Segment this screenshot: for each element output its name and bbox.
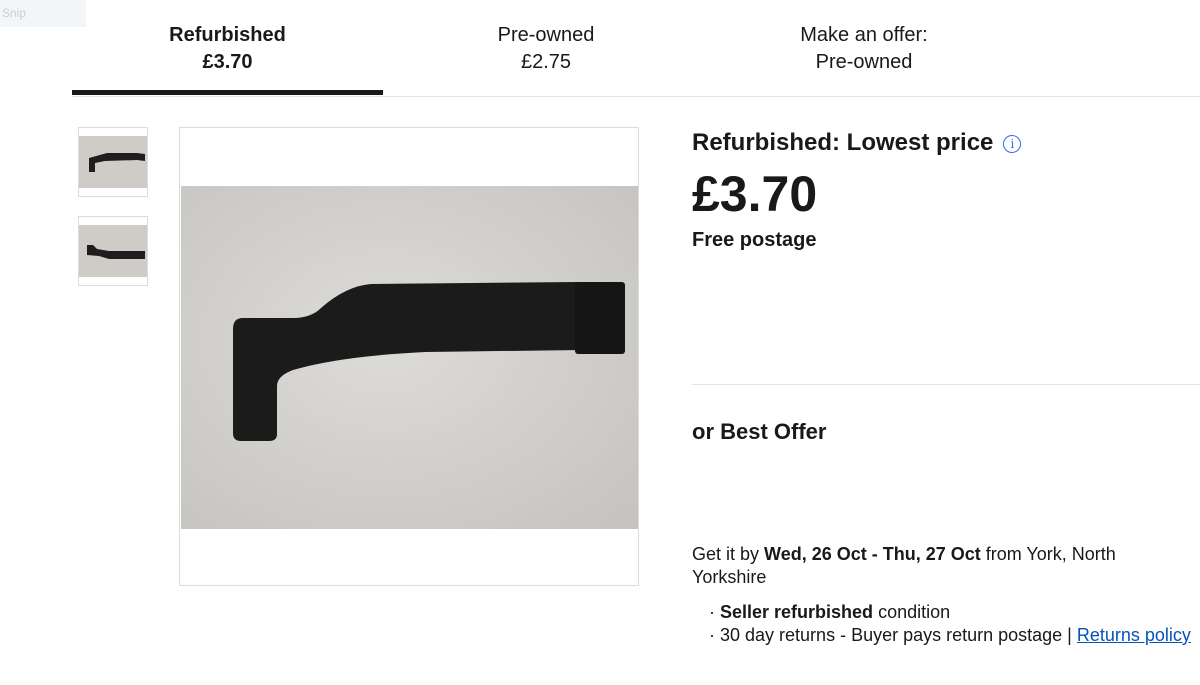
price: £3.70 xyxy=(692,166,818,222)
thumbnail-2-image xyxy=(79,225,147,277)
offer-heading: Refurbished: Lowest price i xyxy=(692,127,1022,159)
divider xyxy=(692,384,1200,385)
tab-make-offer-label: Make an offer: xyxy=(800,24,928,46)
postage-label: Free postage xyxy=(692,229,817,251)
condition-bullet: · Seller refurbished condition xyxy=(709,602,951,622)
tab-pre-owned-label: Pre-owned xyxy=(497,24,595,46)
info-icon[interactable]: i xyxy=(1003,135,1022,153)
main-product-image[interactable] xyxy=(181,186,638,529)
thumbnail-1-image xyxy=(79,136,147,188)
returns-policy-link[interactable]: Returns policy xyxy=(1077,625,1191,645)
condition-tabs: Refurbished £3.70 Pre-owned £2.75 Make a… xyxy=(72,0,1200,97)
tab-refurbished[interactable]: Refurbished £3.70 xyxy=(72,22,383,76)
condition-bold: Seller refurbished xyxy=(720,602,874,622)
offer-heading-text: Refurbished: Lowest price xyxy=(692,129,994,156)
delivery-prefix: Get it by xyxy=(692,544,765,564)
thumbnail-2[interactable] xyxy=(78,216,148,286)
returns-text: 30 day returns - Buyer pays return posta… xyxy=(720,625,1077,645)
tab-pre-owned-price: £2.75 xyxy=(520,51,572,73)
best-offer-label: or Best Offer xyxy=(692,419,827,444)
delivery-dates: Wed, 26 Oct - Thu, 27 Oct xyxy=(764,544,981,564)
condition-rest: condition xyxy=(873,602,951,622)
tab-refurbished-price: £3.70 xyxy=(202,51,253,73)
returns-bullet: · 30 day returns - Buyer pays return pos… xyxy=(709,625,1191,645)
delivery-estimate: Get it by Wed, 26 Oct - Thu, 27 Oct from… xyxy=(692,543,1172,589)
tab-make-offer[interactable]: Make an offer: Pre-owned xyxy=(709,22,1019,76)
selected-tab-indicator xyxy=(72,90,383,95)
tab-pre-owned[interactable]: Pre-owned £2.75 xyxy=(383,22,709,76)
thumbnail-1[interactable] xyxy=(78,127,148,197)
tab-refurbished-label: Refurbished xyxy=(169,24,286,46)
tab-make-offer-condition: Pre-owned xyxy=(815,51,913,73)
